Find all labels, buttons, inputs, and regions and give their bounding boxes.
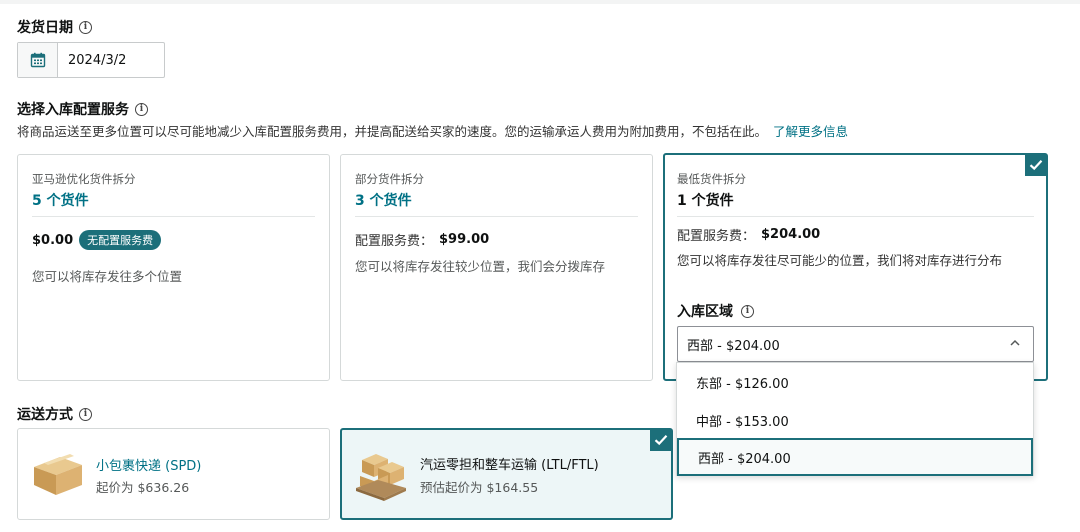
- placement-option-minimal-split[interactable]: 最低货件拆分 1 个货件 配置服务费： $204.00 您可以将库存发往尽可能少的…: [663, 153, 1048, 381]
- option-fee-row: 配置服务费： $99.00: [355, 230, 489, 249]
- shipping-option-spd[interactable]: 小包裹快递 (SPD) 起价为 $636.26: [17, 428, 330, 520]
- info-icon[interactable]: i: [135, 102, 148, 116]
- region-label: 入库区域: [677, 304, 733, 320]
- placement-description-text: 将商品运送至更多位置可以尽可能地减少入库配置服务费用，并提高配送给买家的速度。您…: [17, 124, 768, 139]
- option-subtitle: 亚马逊优化货件拆分: [32, 172, 136, 186]
- check-icon: [650, 429, 672, 451]
- shipping-option-name: 小包裹快递 (SPD): [96, 459, 202, 474]
- region-option-west[interactable]: 西部 - $204.00: [677, 438, 1033, 476]
- calendar-icon[interactable]: [18, 43, 58, 77]
- placement-heading: 选择入库配置服务 i: [17, 99, 148, 119]
- shipping-title: 运送方式: [17, 407, 73, 423]
- chevron-up-icon: [1009, 337, 1021, 353]
- option-subtitle: 部分货件拆分: [355, 172, 424, 186]
- shipping-heading: 运送方式 i: [17, 404, 92, 424]
- option-fee: $0.00: [32, 232, 74, 248]
- option-title: 5 个货件: [32, 193, 89, 209]
- option-fee-label: 配置服务费：: [677, 229, 756, 244]
- option-fee-row: $0.00 无配置服务费: [32, 230, 162, 250]
- shipping-option-ltl-ftl[interactable]: 汽运零担和整车运输 (LTL/FTL) 预估起价为 $164.55: [340, 428, 673, 520]
- no-fee-badge: 无配置服务费: [79, 230, 162, 250]
- region-option-east[interactable]: 东部 - $126.00: [677, 363, 1033, 401]
- option-fee-row: 配置服务费： $204.00: [677, 225, 820, 244]
- region-select[interactable]: 西部 - $204.00: [677, 326, 1034, 362]
- info-icon[interactable]: i: [741, 304, 754, 318]
- option-description: 您可以将库存发往多个位置: [32, 269, 183, 284]
- option-fee: $99.00: [439, 232, 490, 247]
- divider: [677, 216, 1034, 217]
- info-icon[interactable]: i: [79, 20, 92, 34]
- shipping-option-price: 起价为 $636.26: [96, 480, 190, 495]
- region-option-central[interactable]: 中部 - $153.00: [677, 401, 1033, 439]
- region-heading: 入库区域 i: [677, 301, 754, 321]
- option-description: 您可以将库存发往较少位置，我们会分拨库存: [355, 259, 606, 274]
- region-dropdown: 东部 - $126.00 中部 - $153.00 西部 - $204.00: [676, 362, 1034, 476]
- shipping-option-price: 预估起价为 $164.55: [420, 480, 539, 495]
- placement-option-amazon-optimized[interactable]: 亚马逊优化货件拆分 5 个货件 $0.00 无配置服务费 您可以将库存发往多个位…: [17, 154, 330, 381]
- option-title: 1 个货件: [677, 193, 734, 209]
- option-description: 您可以将库存发往尽可能少的位置，我们将对库存进行分布: [677, 253, 1003, 268]
- ship-date-heading: 发货日期 i: [17, 17, 92, 37]
- placement-title: 选择入库配置服务: [17, 102, 129, 118]
- check-icon: [1025, 154, 1047, 176]
- option-subtitle: 最低货件拆分: [677, 172, 746, 186]
- option-title: 3 个货件: [355, 193, 412, 209]
- divider: [32, 216, 315, 217]
- option-fee-label: 配置服务费：: [355, 234, 434, 249]
- region-select-value: 西部 - $204.00: [687, 338, 780, 354]
- learn-more-link[interactable]: 了解更多信息: [773, 124, 848, 139]
- option-fee: $204.00: [761, 227, 821, 242]
- pallet-icon: [354, 446, 408, 506]
- shipping-option-name: 汽运零担和整车运输 (LTL/FTL): [420, 458, 599, 473]
- ship-date-value[interactable]: 2024/3/2: [58, 53, 126, 68]
- placement-description: 将商品运送至更多位置可以尽可能地减少入库配置服务费用，并提高配送给买家的速度。您…: [17, 121, 848, 140]
- info-icon[interactable]: i: [79, 407, 92, 421]
- placement-option-partial-split[interactable]: 部分货件拆分 3 个货件 配置服务费： $99.00 您可以将库存发往较少位置，我…: [340, 154, 653, 381]
- top-divider: [0, 0, 1080, 4]
- divider: [355, 216, 638, 217]
- ship-date-field[interactable]: 2024/3/2: [17, 42, 165, 78]
- ship-date-title: 发货日期: [17, 20, 73, 36]
- box-icon: [30, 453, 86, 501]
